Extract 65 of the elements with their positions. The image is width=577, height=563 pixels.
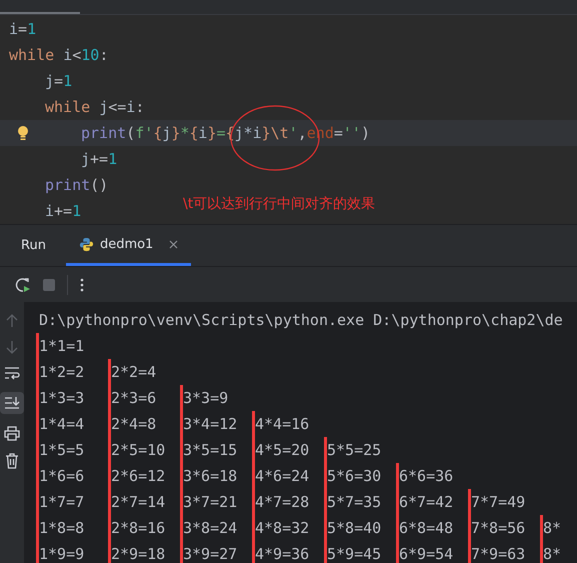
rerun-icon[interactable]	[15, 276, 31, 292]
trash-icon[interactable]	[5, 453, 19, 469]
more-icon[interactable]	[80, 278, 84, 292]
output-text: 3*9=27	[180, 541, 252, 563]
output-text: 1*3=3	[36, 385, 108, 411]
output-text: 5*5=25	[324, 437, 396, 463]
output-text: 3*8=24	[180, 515, 252, 541]
output-text: 2*9=18	[108, 541, 180, 563]
output-text: 5*8=40	[324, 515, 396, 541]
code-line: while j<=i:	[45, 98, 144, 116]
output-text: 3*3=9	[180, 385, 252, 411]
output-text: 8*	[540, 541, 577, 563]
output-text: 2*3=6	[108, 385, 180, 411]
output-text: 7*7=49	[468, 489, 540, 515]
output-text: 7*8=56	[468, 515, 540, 541]
output-text: 3*6=18	[180, 463, 252, 489]
output-text: 2*4=8	[108, 411, 180, 437]
output-text: 5*9=45	[324, 541, 396, 563]
output-text: 3*5=15	[180, 437, 252, 463]
output-text: 4*5=20	[252, 437, 324, 463]
command-line: D:\pythonpro\venv\Scripts\python.exe D:\pythonpro\chap2\de	[38, 310, 564, 331]
output-text: 2*5=10	[108, 437, 180, 463]
output-text: 1*7=7	[36, 489, 108, 515]
output-text: 3*4=12	[180, 411, 252, 437]
scroll-to-end-icon	[4, 396, 20, 410]
output-text: 1*5=5	[36, 437, 108, 463]
output-text: 4*8=32	[252, 515, 324, 541]
output-text: 1*1=1	[36, 333, 108, 359]
code-line: while i<10:	[9, 46, 108, 64]
output-text: 1*6=6	[36, 463, 108, 489]
annotation-text: \t可以达到行行中间对齐的效果	[183, 195, 376, 213]
code-line: j=1	[45, 72, 72, 90]
code-line: i+=1	[45, 202, 82, 220]
panel-title: Run	[21, 238, 46, 253]
output-text: 5*7=35	[324, 489, 396, 515]
output-text: 3*7=21	[180, 489, 252, 515]
code-line: i=1	[9, 20, 36, 38]
code-line: print()	[45, 176, 108, 194]
output-text: 2*7=14	[108, 489, 180, 515]
output-text: 4*7=28	[252, 489, 324, 515]
output-text: 4*6=24	[252, 463, 324, 489]
output-text: 6*7=42	[396, 489, 468, 515]
python-icon	[78, 236, 94, 252]
output-text: 1*9=9	[36, 541, 108, 563]
output-text: 2*6=12	[108, 463, 180, 489]
output-text: 2*2=4	[108, 359, 180, 385]
output-text: 1*2=2	[36, 359, 108, 385]
output-text: 4*9=36	[252, 541, 324, 563]
output-text: 1*8=8	[36, 515, 108, 541]
print-icon[interactable]	[4, 426, 20, 441]
output-text: 6*9=54	[396, 541, 468, 563]
output-text: 6*8=48	[396, 515, 468, 541]
soft-wrap-icon[interactable]	[4, 366, 20, 380]
output-text: 2*8=16	[108, 515, 180, 541]
run-tab[interactable]: dedmo1	[66, 225, 192, 266]
output-text: 8*	[540, 515, 577, 541]
output-text: 6*6=36	[396, 463, 468, 489]
scroll-to-end-button[interactable]	[0, 392, 24, 414]
lightbulb-icon[interactable]	[17, 125, 29, 141]
close-icon[interactable]	[169, 240, 178, 248]
output-text: 1*4=4	[36, 411, 108, 437]
output-text: 4*4=16	[252, 411, 324, 437]
output-text: 5*6=30	[324, 463, 396, 489]
code-line: j+=1	[81, 150, 118, 168]
output-text: 7*9=63	[468, 541, 540, 563]
